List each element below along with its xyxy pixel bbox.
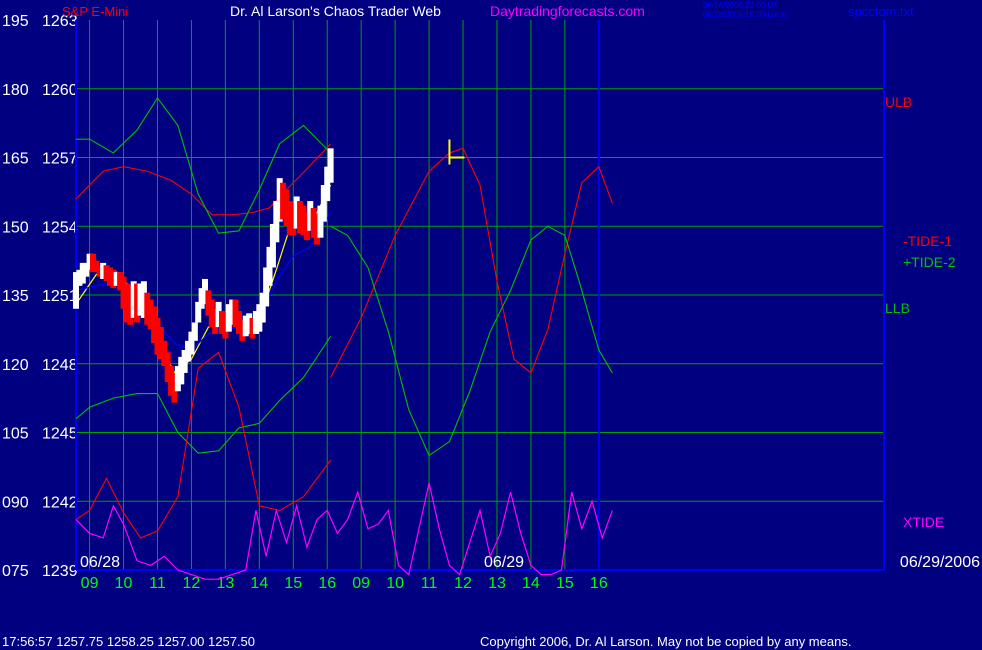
data-file-name: spcctom.txt [848,4,914,19]
x-tick-label: 10 [386,575,404,592]
chart-area [73,96,613,580]
x-tick-label: 14 [250,575,268,592]
y-tick-label-left: 135 [2,288,29,305]
x-tick-label: 11 [421,575,438,592]
x-tick-label: 11 [149,575,166,592]
timestamp-ut: 06/28/2006 22:00 UT [703,1,778,10]
chart-instrument: S&P E-Mini [62,4,128,19]
x-tick-label: 09 [81,575,99,592]
x-tick-label: 14 [522,575,540,592]
chart-title: Dr. Al Larson's Chaos Trader Web [230,3,441,19]
y-tick-label-left: 105 [2,426,29,443]
legend-xtide: XTIDE [903,514,944,530]
y-tick-label-price: 1251 [42,288,78,305]
footer-copyright: Copyright 2006, Dr. Al Larson. May not b… [480,634,851,649]
y-tick-label-price: 1248 [42,357,78,374]
chaos-trader-chart: 195 1263180 1260165 1257150 1254135 1251120 12… [2,1,980,649]
y-tick-label-price: 1257 [42,151,78,168]
x-tick-label: 13 [488,575,506,592]
y-tick-label-left: 195 [2,13,29,30]
red-line-series-line [75,351,332,539]
x-tick-label: 13 [216,575,234,592]
legend-tide-2: +TIDE-2 [903,254,956,270]
timestamp-local: 06/28/2006 18:00 Local [703,10,787,19]
y-tick-label-left: 075 [2,563,29,580]
price-bar [191,322,198,341]
x-tick-label: 15 [556,575,574,592]
y-tick-label-left: 150 [2,219,29,236]
x-tick-label: 15 [284,575,302,592]
x-tick-label: 09 [352,575,370,592]
y-tick-label-left: 120 [2,357,29,374]
legend-ulb: ULB [885,94,912,110]
price-bar [327,148,334,183]
y-tick-label-price: 1239 [42,563,78,580]
y-tick-label-price: 1245 [42,426,78,443]
x-tick-label: 16 [590,575,608,592]
x-tick-label: 12 [183,575,201,592]
x-tick-label: 12 [454,575,472,592]
x-tick-label: 16 [318,575,336,592]
y-tick-label-price: 1260 [42,82,78,99]
y-tick-label-left: 090 [2,494,29,511]
red-line-series-line [330,147,613,378]
y-tick-label-left: 165 [2,151,29,168]
y-tick-label-left: 180 [2,82,29,99]
site-link: Daytradingforecasts.com [490,3,645,19]
date-label-start: 06/28 [80,554,120,571]
footer-quote: 17:56:57 1257.75 1258.25 1257.00 1257.50 [2,634,255,649]
green-line-series-line [75,335,332,454]
green-line-series-line [330,225,613,457]
date-label-end: 06/29/2006 [900,554,980,571]
legend-llb: LLB [885,300,910,316]
y-tick-label-price: 1254 [42,219,78,236]
y-tick-label-price: 1242 [42,494,78,511]
x-tick-label: 10 [115,575,133,592]
legend-tide-1: -TIDE-1 [903,233,952,249]
